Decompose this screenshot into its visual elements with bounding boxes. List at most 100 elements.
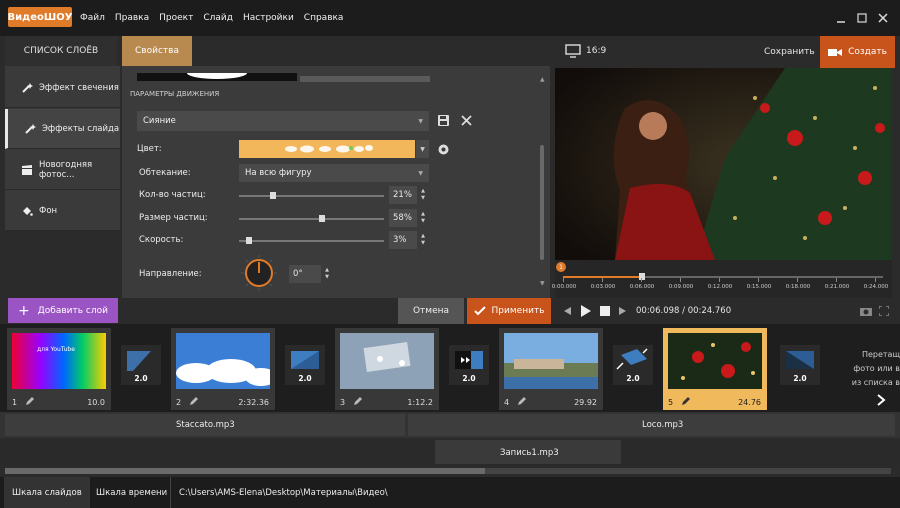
particles-slider[interactable] <box>239 192 384 199</box>
tab-properties[interactable]: Свойства <box>122 36 192 66</box>
menu-file[interactable]: Файл <box>80 13 105 23</box>
wrap-select[interactable]: На всю фигуру ▼ <box>239 164 429 182</box>
start-marker[interactable]: 1 <box>556 262 566 272</box>
play-icon[interactable] <box>580 304 592 318</box>
minimize-icon[interactable] <box>835 12 847 24</box>
tab-slide-scale[interactable]: Шкала слайдов <box>4 477 90 508</box>
slide-item[interactable]: 4 29.92 <box>499 328 603 410</box>
stop-icon[interactable] <box>600 306 610 316</box>
preview-canvas <box>555 68 892 260</box>
close-icon[interactable] <box>877 12 889 24</box>
pencil-icon[interactable] <box>517 396 527 406</box>
gear-icon[interactable] <box>437 143 450 156</box>
layer-item-photo[interactable]: Новогодняя фотос... <box>5 150 120 190</box>
direction-value[interactable]: 0° <box>289 265 321 283</box>
cancel-button[interactable]: Отмена <box>398 298 464 324</box>
scroll-right-icon[interactable] <box>876 394 886 406</box>
pencil-icon[interactable] <box>681 396 691 406</box>
slide-item-selected[interactable]: 5 24.76 <box>663 328 767 410</box>
slide-thumb-text: для YouTube <box>37 346 75 353</box>
color-dropdown-icon[interactable]: ▼ <box>416 140 429 158</box>
slide-item[interactable]: 3 1:12.2 <box>335 328 439 410</box>
particles-value[interactable]: 21% <box>389 186 417 204</box>
section-title: ПАРАМЕТРЫ ДВИЖЕНИЯ <box>130 90 220 98</box>
scroll-down-icon[interactable]: ▼ <box>540 280 545 287</box>
transition-item[interactable]: 2.0 <box>613 345 653 385</box>
direction-dial[interactable] <box>240 254 278 292</box>
spinner-icon[interactable]: ▲ ▼ <box>418 209 428 227</box>
pencil-icon[interactable] <box>353 396 363 406</box>
menu-edit[interactable]: Правка <box>115 13 149 23</box>
transition-item[interactable]: 2.0 <box>449 345 489 385</box>
layer-item-background[interactable]: Фон <box>5 191 120 231</box>
snapshot-icon[interactable] <box>860 306 872 316</box>
next-frame-icon[interactable] <box>618 306 628 316</box>
spinner-icon[interactable]: ▲ ▼ <box>322 265 332 283</box>
monitor-icon[interactable] <box>565 44 581 58</box>
slide-item[interactable]: 2 2:32.36 <box>171 328 275 410</box>
menu-help[interactable]: Справка <box>304 13 344 23</box>
spinner-icon[interactable]: ▲ ▼ <box>418 186 428 204</box>
slide-duration: 1:12.2 <box>407 398 433 407</box>
slide-item[interactable]: для YouTube 1 10.0 <box>7 328 111 410</box>
prev-frame-icon[interactable] <box>562 306 572 316</box>
apply-button[interactable]: Применить <box>467 298 551 324</box>
properties-panel <box>122 66 550 298</box>
slide-number: 4 <box>504 398 510 407</box>
delete-preset-icon[interactable] <box>460 114 473 127</box>
layer-item-slide-effects[interactable]: Эффекты слайда <box>5 109 120 149</box>
speed-value[interactable]: 3% <box>389 231 417 249</box>
pencil-icon[interactable] <box>189 396 199 406</box>
menu-bar: Файл Правка Проект Слайд Настройки Справ… <box>80 0 343 36</box>
slide-thumbnail <box>504 333 598 389</box>
scroll-up-icon[interactable]: ▲ <box>540 76 545 83</box>
aspect-ratio[interactable]: 16:9 <box>586 46 606 56</box>
slide-thumbnail <box>340 333 434 389</box>
transition-item[interactable]: 2.0 <box>780 345 820 385</box>
transition-item[interactable]: 2.0 <box>121 345 161 385</box>
maximize-icon[interactable] <box>856 12 868 24</box>
color-label: Цвет: <box>137 144 162 154</box>
add-layer-button[interactable]: + Добавить слой <box>8 298 118 323</box>
layer-item-glow[interactable]: Эффект свечения <box>5 68 120 108</box>
slider-knob[interactable] <box>319 215 326 222</box>
wand-icon <box>24 123 36 135</box>
tick-label: 0:03.000 <box>590 284 616 290</box>
pencil-icon[interactable] <box>25 396 35 406</box>
tick-label: 0:09.000 <box>668 284 694 290</box>
create-button[interactable]: Создать <box>820 36 895 68</box>
chevron-down-icon: ▼ <box>418 169 423 177</box>
tick-mark <box>836 278 837 282</box>
size-value[interactable]: 58% <box>389 209 417 227</box>
scrollbar-thumb[interactable] <box>5 468 485 474</box>
speed-slider[interactable] <box>239 237 384 244</box>
video-camera-icon <box>828 47 843 57</box>
save-preset-icon[interactable] <box>437 114 450 127</box>
save-button[interactable]: Сохранить <box>764 47 815 57</box>
time-total: 00:24.760 <box>687 306 732 316</box>
horizontal-scrollbar[interactable] <box>5 468 891 474</box>
timeline-knob[interactable] <box>639 273 645 280</box>
menu-settings[interactable]: Настройки <box>243 13 294 23</box>
menu-project[interactable]: Проект <box>159 13 193 23</box>
size-slider[interactable] <box>239 215 384 222</box>
tick-label: 0:18.000 <box>785 284 811 290</box>
color-swatch[interactable] <box>239 140 415 158</box>
time-readout: 00:06.098 / 00:24.760 <box>636 306 732 316</box>
fullscreen-icon[interactable] <box>879 306 889 316</box>
preset-select[interactable]: Сияние ▼ <box>137 111 429 131</box>
slide-thumbnail <box>668 333 762 389</box>
slide-number: 3 <box>340 398 346 407</box>
slider-knob[interactable] <box>269 192 276 199</box>
tick-mark <box>758 278 759 282</box>
properties-scrollbar[interactable] <box>540 145 544 260</box>
tab-time-scale[interactable]: Шкала времени <box>88 477 175 508</box>
menu-slide[interactable]: Слайд <box>203 13 233 23</box>
drop-hint-line: фото или в <box>853 364 900 373</box>
spinner-icon[interactable]: ▲ ▼ <box>418 231 428 249</box>
transition-item[interactable]: 2.0 <box>285 345 325 385</box>
preview-timeline[interactable]: 1 0:00.000 0:03.000 0:06.000 0:09.000 0:12.0… <box>552 260 892 298</box>
tab-layer-list[interactable]: СПИСОК СЛОЁВ <box>5 36 117 66</box>
slider-knob[interactable] <box>245 237 252 244</box>
tick-label: 0:21.000 <box>824 284 850 290</box>
